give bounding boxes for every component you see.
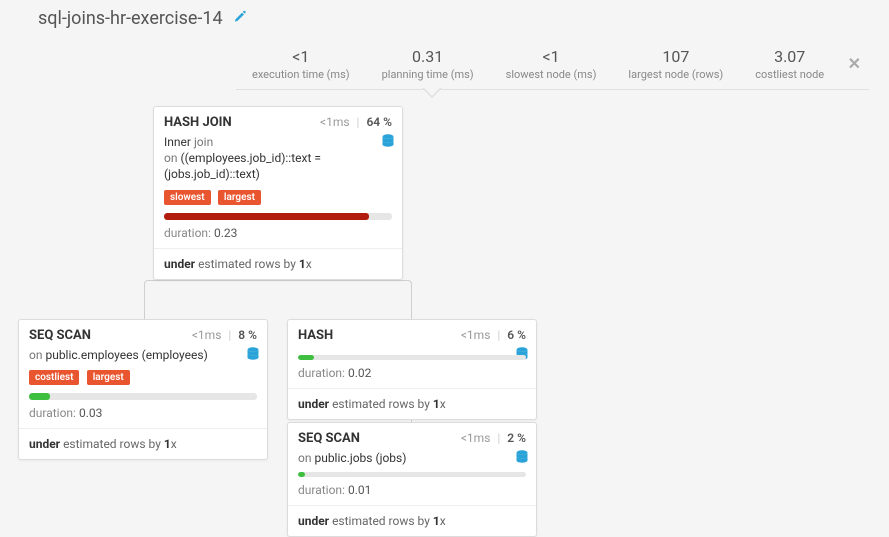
- connector: [144, 280, 412, 320]
- estimate-row: under estimated rows by 1x: [288, 505, 536, 536]
- metric-slowest-node: <1 slowest node (ms): [490, 47, 613, 81]
- node-title: HASH: [298, 328, 333, 343]
- summary-bar: <1 execution time (ms) 0.31 planning tim…: [236, 44, 869, 90]
- estimate-row: under estimated rows by 1x: [288, 388, 536, 419]
- database-icon: [247, 347, 259, 361]
- node-hash-join[interactable]: HASH JOIN <1ms | 64 % Inner join on ((em…: [153, 106, 403, 280]
- estimate-row: under estimated rows by 1x: [19, 428, 267, 459]
- node-stats: <1ms | 6 %: [461, 328, 526, 342]
- database-icon: [516, 450, 528, 464]
- pencil-icon[interactable]: [233, 10, 247, 28]
- duration-bar: [164, 213, 369, 220]
- duration-bar: [298, 472, 305, 477]
- node-stats: <1ms | 2 %: [461, 431, 526, 445]
- page-title: sql-joins-hr-exercise-14: [38, 8, 223, 29]
- node-hash[interactable]: HASH <1ms | 6 % duration: 0.02 under est…: [287, 319, 537, 420]
- metric-exec-time: <1 execution time (ms): [236, 47, 366, 81]
- tag-largest: largest: [87, 370, 130, 385]
- node-seq-scan-employees[interactable]: SEQ SCAN <1ms | 8 % on public.employees …: [18, 319, 268, 460]
- node-seq-scan-jobs[interactable]: SEQ SCAN <1ms | 2 % on public.jobs (jobs…: [287, 422, 537, 537]
- summary-arrow-icon: [422, 88, 442, 98]
- tag-costliest: costliest: [29, 370, 79, 385]
- tag-largest: largest: [218, 190, 261, 205]
- duration-bar: [29, 393, 50, 400]
- node-title: HASH JOIN: [164, 115, 232, 130]
- metric-largest-node: 107 largest node (rows): [612, 47, 739, 81]
- close-icon[interactable]: ✕: [848, 54, 861, 73]
- estimate-row: under estimated rows by 1x: [154, 248, 402, 279]
- database-icon: [382, 134, 394, 148]
- node-title: SEQ SCAN: [29, 328, 91, 343]
- metric-costliest-node: 3.07 costliest node: [739, 47, 840, 81]
- node-title: SEQ SCAN: [298, 431, 360, 446]
- node-stats: <1ms | 64 %: [320, 115, 392, 129]
- duration-bar: [298, 355, 314, 360]
- node-stats: <1ms | 8 %: [192, 328, 257, 342]
- metric-plan-time: 0.31 planning time (ms): [366, 47, 490, 81]
- tag-slowest: slowest: [164, 190, 211, 205]
